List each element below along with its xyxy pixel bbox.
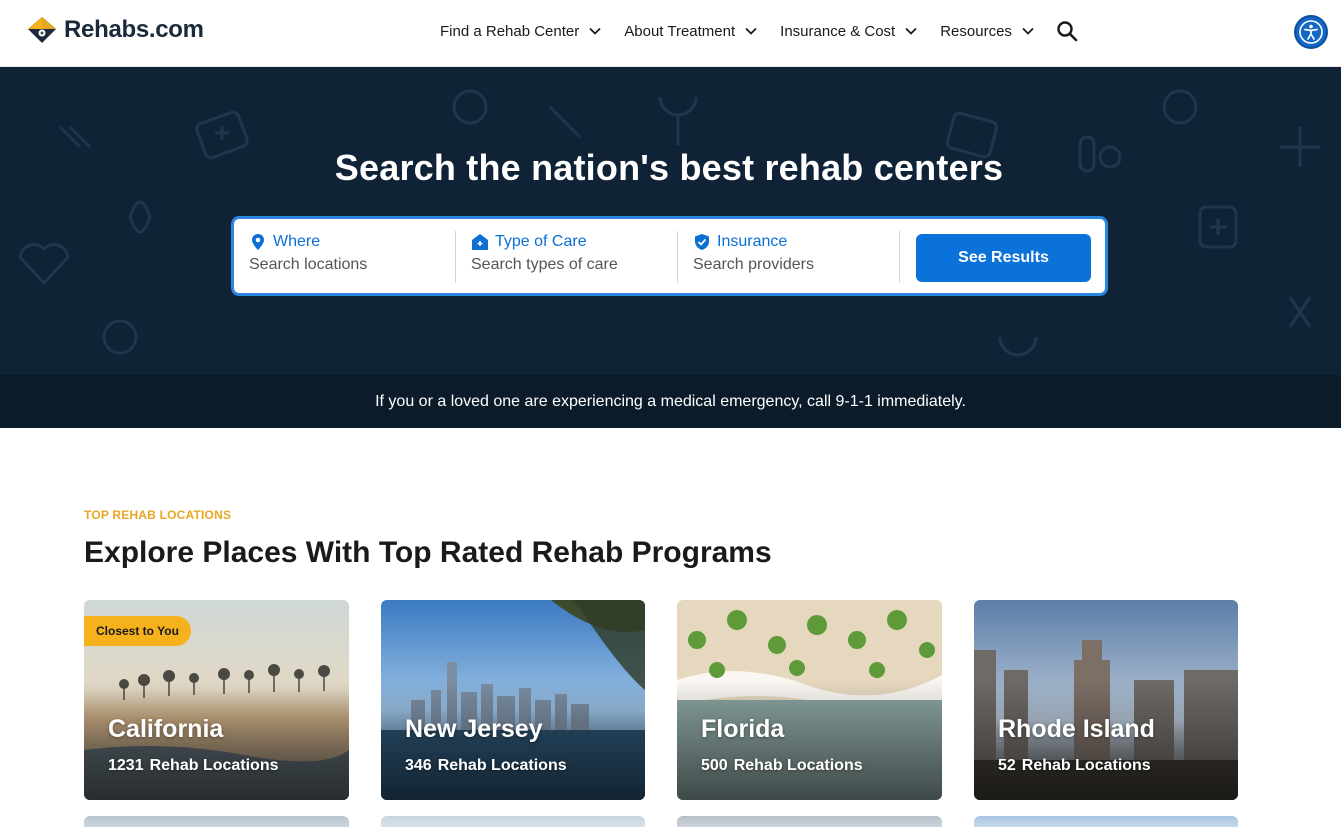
insurance-input[interactable]: [693, 256, 883, 274]
count-label: Rehab Locations: [733, 757, 863, 774]
card-state-name: California: [108, 715, 224, 743]
nav-about-treatment[interactable]: About Treatment: [624, 23, 758, 40]
count-value: 500: [701, 757, 728, 774]
type-of-care-input[interactable]: [471, 256, 661, 274]
chevron-down-icon: [1022, 27, 1034, 35]
nav-find-rehab[interactable]: Find a Rehab Center: [440, 23, 602, 40]
type-of-care-field[interactable]: Type of Care: [471, 233, 671, 283]
insurance-label: Insurance: [717, 233, 788, 250]
nav-resources[interactable]: Resources: [940, 23, 1035, 40]
location-card-partial[interactable]: [84, 816, 349, 827]
accessibility-icon: [1299, 20, 1323, 44]
chevron-down-icon: [745, 27, 757, 35]
site-header: Rehabs.com Find a Rehab Center About Tre…: [0, 0, 1341, 67]
section-eyebrow: TOP REHAB LOCATIONS: [84, 508, 232, 522]
where-input[interactable]: [249, 256, 439, 274]
nav-label: Resources: [940, 22, 1012, 40]
site-logo[interactable]: Rehabs.com: [26, 15, 204, 45]
card-state-name: New Jersey: [405, 715, 543, 743]
card-location-count: 346 Rehab Locations: [405, 757, 567, 775]
card-location-count: 1231 Rehab Locations: [108, 757, 279, 775]
house-icon: [472, 234, 488, 250]
location-card-partial[interactable]: [677, 816, 942, 827]
field-divider: [899, 231, 900, 283]
nav-insurance-cost[interactable]: Insurance & Cost: [780, 23, 918, 40]
card-state-name: Florida: [701, 715, 785, 743]
main-nav: Find a Rehab Center About Treatment Insu…: [440, 0, 1079, 62]
count-label: Rehab Locations: [149, 757, 279, 774]
see-results-button[interactable]: See Results: [916, 234, 1091, 282]
hero-section: Search the nation's best rehab centers W…: [0, 67, 1341, 428]
section-title: Explore Places With Top Rated Rehab Prog…: [84, 536, 772, 569]
location-card-california[interactable]: Closest to You California 1231 Rehab Loc…: [84, 600, 349, 800]
closest-badge: Closest to You: [84, 616, 191, 646]
count-value: 52: [998, 757, 1016, 774]
location-card-new-jersey[interactable]: New Jersey 346 Rehab Locations: [381, 600, 645, 800]
location-card-rhode-island[interactable]: Rhode Island 52 Rehab Locations: [974, 600, 1238, 800]
insurance-label-row: Insurance: [693, 233, 893, 251]
where-field[interactable]: Where: [249, 233, 449, 283]
location-card-partial[interactable]: [381, 816, 645, 827]
hero-title: Search the nation's best rehab centers: [334, 147, 1004, 188]
logo-text: Rehabs.com: [64, 16, 204, 43]
search-box: Where Type of Care Insurance See Results: [231, 216, 1108, 296]
accessibility-button[interactable]: [1294, 15, 1328, 49]
chevron-down-icon: [905, 27, 917, 35]
field-divider: [455, 231, 456, 283]
count-label: Rehab Locations: [1021, 757, 1151, 774]
card-location-count: 52 Rehab Locations: [998, 757, 1151, 775]
nav-label: Find a Rehab Center: [440, 22, 580, 40]
location-card-florida[interactable]: Florida 500 Rehab Locations: [677, 600, 942, 800]
count-label: Rehab Locations: [437, 757, 567, 774]
nav-label: Insurance & Cost: [780, 22, 896, 40]
logo-mark-icon: [28, 17, 56, 43]
field-divider: [677, 231, 678, 283]
type-of-care-label-row: Type of Care: [471, 233, 671, 251]
where-label-row: Where: [249, 233, 449, 251]
count-value: 1231: [108, 757, 144, 774]
shield-check-icon: [695, 234, 709, 250]
count-value: 346: [405, 757, 432, 774]
nav-label: About Treatment: [624, 22, 736, 40]
insurance-field[interactable]: Insurance: [693, 233, 893, 283]
location-pin-icon: [252, 234, 264, 250]
location-card-partial[interactable]: [974, 816, 1238, 827]
where-label: Where: [273, 233, 321, 250]
card-state-name: Rhode Island: [998, 715, 1155, 743]
search-icon[interactable]: [1055, 19, 1079, 43]
chevron-down-icon: [589, 27, 601, 35]
type-of-care-label: Type of Care: [495, 233, 587, 250]
emergency-notice: If you or a loved one are experiencing a…: [0, 375, 1341, 428]
card-location-count: 500 Rehab Locations: [701, 757, 863, 775]
